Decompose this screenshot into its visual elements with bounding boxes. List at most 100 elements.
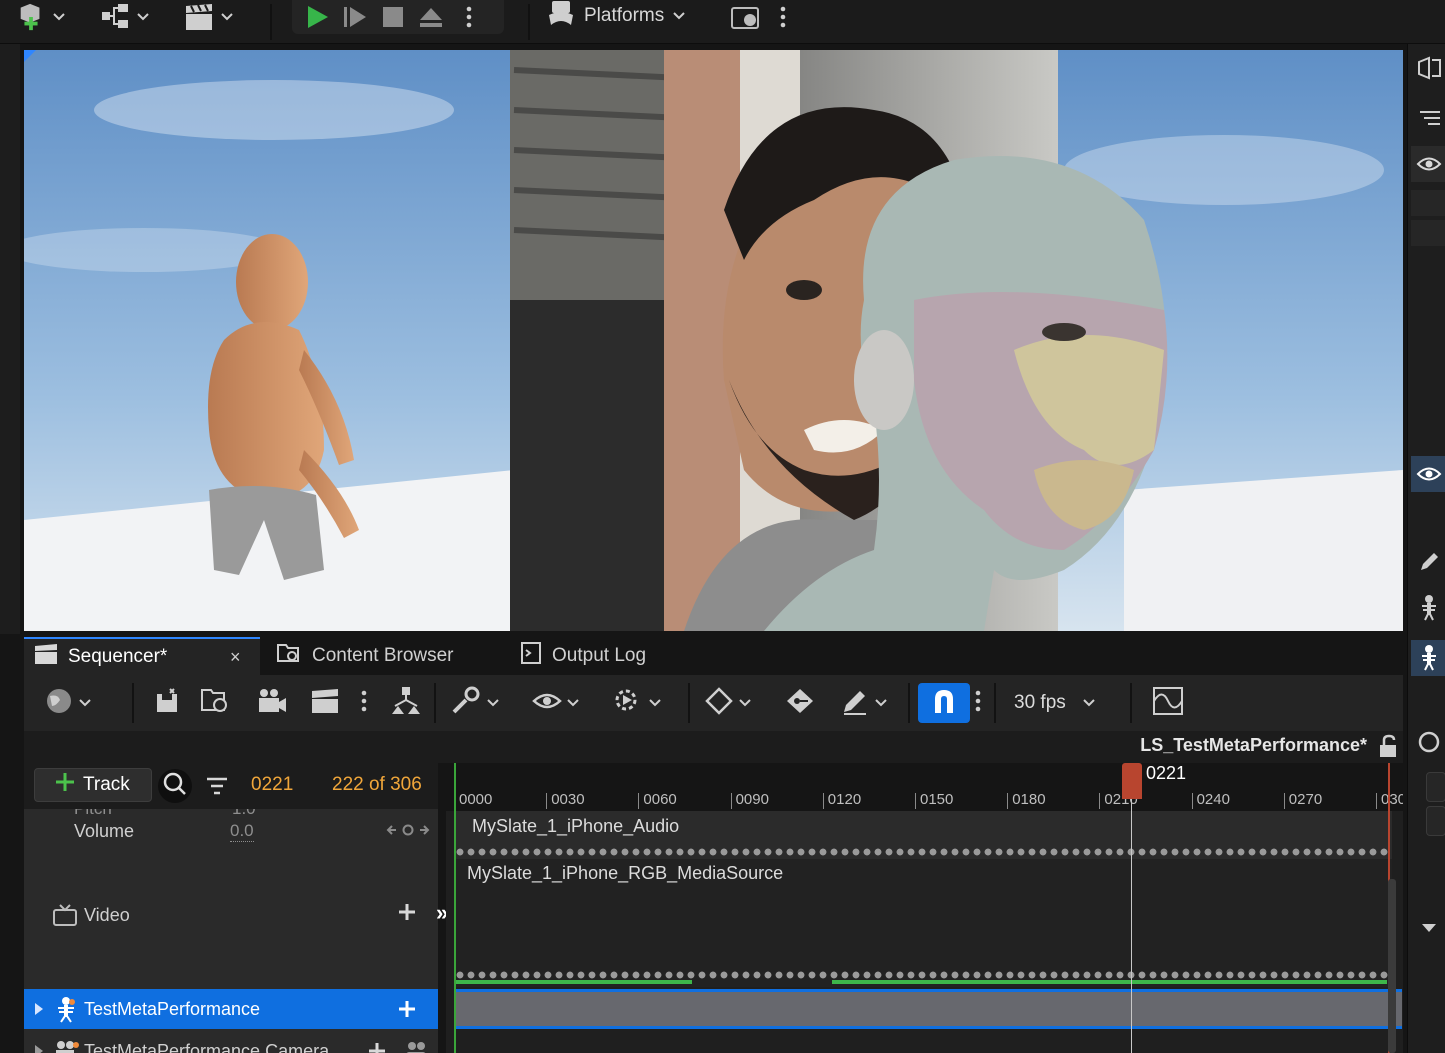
step-icon[interactable] (340, 2, 370, 32)
camera-button[interactable] (256, 687, 288, 719)
play-icon[interactable] (302, 2, 332, 32)
tab-content-browser[interactable]: Content Browser (266, 637, 496, 675)
search-button[interactable] (158, 769, 192, 803)
add-icon[interactable] (398, 903, 416, 926)
add-key-icon[interactable] (402, 823, 414, 842)
left-dock-strip (0, 44, 20, 634)
globe-icon (44, 686, 74, 721)
tab-sequencer[interactable]: Sequencer* × (24, 637, 260, 675)
blueprint-icon (100, 2, 130, 32)
add-icon[interactable] (398, 1000, 416, 1023)
pencil-icon (840, 686, 870, 721)
playback-options-button[interactable] (612, 687, 662, 719)
platforms-button[interactable]: Platforms (546, 0, 686, 32)
expand-arrow-icon[interactable] (34, 1044, 44, 1053)
panel-field[interactable] (1426, 772, 1445, 802)
arrow-right-icon[interactable] (418, 823, 430, 842)
skeleton-icon[interactable] (1411, 640, 1445, 676)
render-button[interactable] (310, 687, 340, 719)
tab-output-log[interactable]: Output Log (510, 637, 710, 675)
clapperboard-icon (184, 2, 214, 32)
ruler-tick-label: 0270 (1288, 791, 1323, 808)
edit-icon[interactable] (1411, 544, 1445, 580)
chevron-down-icon (136, 10, 150, 24)
eye-icon[interactable] (1411, 146, 1445, 182)
eye-icon[interactable] (1411, 456, 1445, 492)
skeleton-icon[interactable] (1411, 590, 1445, 626)
cinematics-button[interactable] (184, 0, 234, 34)
snap-toggle[interactable] (918, 683, 970, 723)
panel-field[interactable] (1426, 806, 1445, 836)
toolbar-separator (1130, 683, 1132, 723)
current-frame[interactable]: 0221 (251, 774, 293, 796)
track-row-testmetaperformance[interactable]: TestMetaPerformance (24, 989, 438, 1029)
outliner-row[interactable] (1411, 190, 1445, 216)
add-actor-button[interactable] (16, 0, 66, 34)
arrow-left-icon[interactable] (386, 823, 398, 842)
tools-button[interactable] (450, 686, 500, 721)
curve-editor-button[interactable] (1152, 686, 1184, 721)
browse-button[interactable] (200, 687, 234, 719)
triangle-down-icon[interactable] (1411, 910, 1445, 946)
toolbar-separator (994, 683, 996, 723)
key-button[interactable] (704, 686, 752, 719)
ruler-tick-label: 030 (1381, 791, 1403, 808)
audio-clip-label: MySlate_1_iPhone_Audio (472, 816, 680, 836)
settings-icon[interactable] (730, 2, 762, 37)
auto-key-button[interactable] (784, 687, 816, 719)
time-ruler[interactable]: 0000 0030 0060 0090 0120 0150 0180 0210 0240 0270… (446, 763, 1403, 811)
world-button[interactable] (44, 687, 92, 719)
sequence-title: LS_TestMetaPerformance* (1140, 735, 1367, 755)
view-options-button[interactable] (532, 687, 580, 719)
more-icon[interactable] (454, 2, 484, 32)
magnet-icon (930, 687, 958, 720)
media-section[interactable]: MySlate_1_iPhone_RGB_MediaSource (454, 859, 1392, 987)
add-actor-icon (16, 2, 46, 32)
more-icon[interactable] (778, 4, 788, 35)
selected-track-section[interactable] (454, 989, 1402, 1029)
track-row-camera[interactable]: TestMetaPerformance Camera (24, 1031, 438, 1053)
video-track-row[interactable]: Video (24, 853, 438, 987)
ruler-tick (638, 793, 640, 809)
people-icon[interactable] (404, 1040, 428, 1053)
skeletal-mesh-icon (54, 996, 78, 1029)
level-viewport[interactable] (24, 50, 1403, 631)
ruler-tick-label: 0120 (827, 791, 862, 808)
edit-mode-button[interactable] (840, 687, 888, 719)
stop-icon[interactable] (378, 2, 408, 32)
key-navigation[interactable] (386, 823, 430, 842)
lock-icon[interactable] (1377, 733, 1401, 764)
filter-icon[interactable] (204, 776, 230, 803)
sequencer-toolbar: 30 fps (24, 675, 1403, 731)
timeline-area[interactable]: 0000 0030 0060 0090 0120 0150 0180 0210 0240 0270… (446, 763, 1403, 1053)
scrollbar[interactable] (1388, 879, 1396, 1053)
start-marker (454, 763, 456, 1053)
add-track-button[interactable]: Track (34, 768, 152, 802)
curve-editor-icon (1152, 686, 1184, 721)
save-button[interactable] (154, 687, 180, 719)
outliner-row[interactable] (1411, 220, 1445, 246)
layout-icon[interactable] (1411, 50, 1445, 86)
eject-icon[interactable] (416, 2, 446, 32)
track-label-video: Video (84, 905, 130, 925)
more-button[interactable] (360, 687, 368, 719)
playhead-handle[interactable] (1122, 763, 1142, 799)
add-icon[interactable] (368, 1042, 386, 1053)
output-log-icon (520, 641, 542, 671)
tab-label: Output Log (552, 645, 647, 666)
more-icon (974, 688, 982, 719)
close-icon[interactable]: × (230, 647, 241, 668)
wrench-icon (450, 686, 482, 721)
filter-icon[interactable] (1411, 100, 1445, 136)
track-label: TestMetaPerformance (84, 999, 261, 1019)
camera-actor-icon (54, 1039, 80, 1053)
hierarchy-button[interactable] (390, 686, 422, 719)
ruler-tick-label: 0240 (1196, 791, 1230, 808)
blueprint-button[interactable] (100, 0, 150, 34)
fps-dropdown[interactable]: 30 fps (1014, 687, 1096, 719)
expand-arrow-icon[interactable] (34, 1002, 44, 1021)
volume-value[interactable]: 0.0 (230, 821, 254, 842)
search-icon[interactable] (1411, 724, 1445, 760)
ruler-tick-label: 0090 (735, 791, 769, 808)
snap-options-button[interactable] (974, 687, 982, 719)
